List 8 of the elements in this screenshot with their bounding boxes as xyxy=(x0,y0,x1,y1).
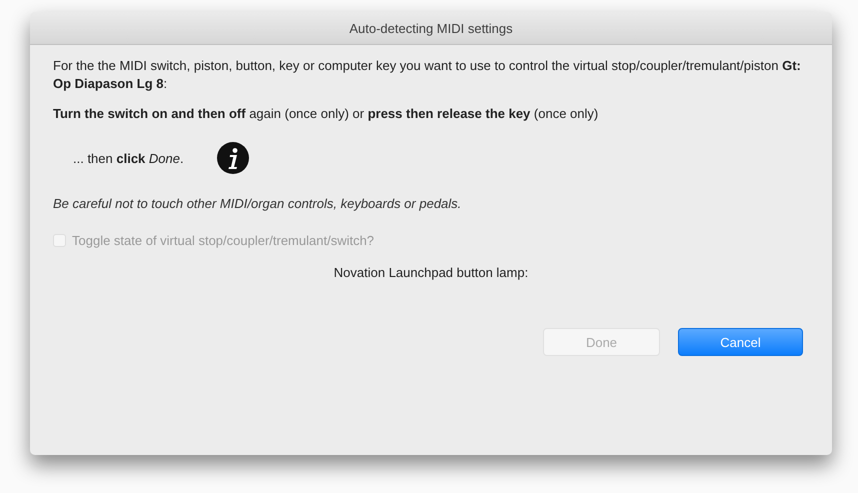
intro-text: For the the MIDI switch, piston, button, key or computer key you want to use to control the virtual stop/coupler/tremulant/piston Gt: Op Diapason Lg 8: xyxy=(53,57,802,93)
warning-text: Be careful not to touch other MIDI/organ controls, keyboards or pedals. xyxy=(53,195,462,213)
window-title: Auto-detecting MIDI settings xyxy=(30,12,832,45)
then-click-text: ... then click Done. xyxy=(73,150,184,166)
instruction-text: Turn the switch on and then off again (once only) or press then release the key (once only) xyxy=(53,105,600,123)
cancel-button[interactable]: Cancel xyxy=(678,328,803,356)
toggle-label: Toggle state of virtual stop/coupler/tremulant/switch? xyxy=(72,233,374,248)
lamp-label: Novation Launchpad button lamp: xyxy=(332,264,530,282)
